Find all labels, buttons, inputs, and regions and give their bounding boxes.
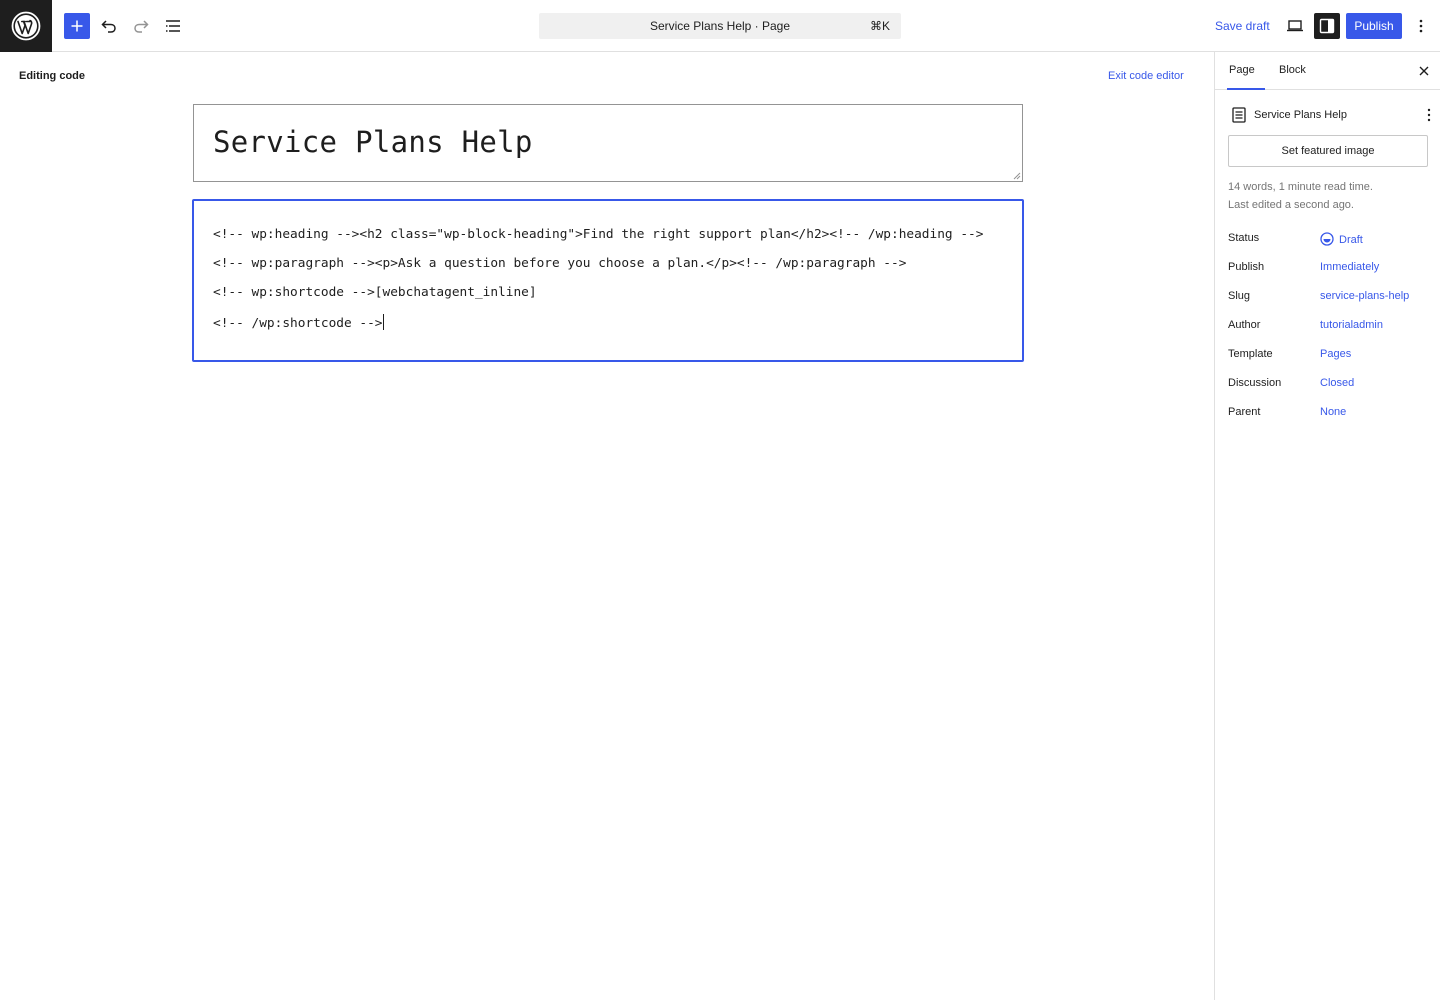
- document-command-bar[interactable]: Service Plans Help · Page ⌘K: [539, 13, 901, 39]
- desktop-icon: [1287, 20, 1303, 32]
- document-overview-button[interactable]: [160, 13, 186, 39]
- post-title-text: Service Plans Help: [213, 125, 533, 159]
- status-value-text: Draft: [1339, 234, 1363, 246]
- exit-code-editor-button[interactable]: Exit code editor: [1104, 70, 1188, 82]
- undo-icon: [101, 20, 116, 33]
- template-label: Template: [1228, 348, 1273, 360]
- wordpress-icon: [11, 11, 41, 41]
- list-view-icon: [166, 20, 180, 32]
- sidebar-icon: [1319, 18, 1335, 34]
- draft-status-icon: [1320, 232, 1334, 246]
- options-menu-button[interactable]: [1408, 13, 1434, 39]
- more-vertical-icon: [1427, 108, 1431, 122]
- publish-label: Publish: [1228, 261, 1265, 273]
- wordpress-logo-button[interactable]: [0, 0, 52, 52]
- document-title-label: Service Plans Help · Page: [649, 19, 791, 33]
- last-edited-text: Last edited a second ago.: [1228, 199, 1354, 211]
- code-editor-textarea[interactable]: <!-- wp:heading --><h2 class="wp-block-h…: [192, 199, 1024, 362]
- publish-date-value[interactable]: Immediately: [1320, 261, 1379, 273]
- document-summary: Service Plans Help: [1229, 104, 1433, 126]
- editing-code-label: Editing code: [19, 70, 85, 82]
- code-line: <!-- wp:paragraph --><p>Ask a question b…: [213, 256, 907, 271]
- preview-view-button[interactable]: [1282, 13, 1308, 39]
- command-shortcut-hint: ⌘K: [869, 19, 890, 33]
- close-sidebar-button[interactable]: [1413, 60, 1435, 82]
- slug-value[interactable]: service-plans-help: [1320, 290, 1409, 302]
- close-icon: [1419, 66, 1429, 76]
- discussion-label: Discussion: [1228, 377, 1282, 389]
- parent-label: Parent: [1228, 406, 1261, 418]
- editor-header: Service Plans Help · Page ⌘K Save draft …: [0, 0, 1440, 52]
- redo-icon: [134, 20, 149, 33]
- discussion-value[interactable]: Closed: [1320, 377, 1354, 389]
- code-line-text: <!-- /wp:shortcode -->: [213, 316, 383, 331]
- template-value[interactable]: Pages: [1320, 348, 1351, 360]
- code-line: <!-- wp:heading --><h2 class="wp-block-h…: [213, 227, 984, 242]
- publish-button[interactable]: Publish: [1346, 13, 1402, 39]
- settings-sidebar: Page Block Service Plans Help Set featur…: [1214, 52, 1440, 1000]
- text-caret: [382, 314, 384, 330]
- undo-button[interactable]: [96, 13, 122, 39]
- sidebar-tabs: Page Block: [1215, 52, 1440, 90]
- status-label: Status: [1228, 232, 1260, 244]
- author-label: Author: [1228, 319, 1261, 331]
- parent-value[interactable]: None: [1320, 406, 1346, 418]
- code-line: <!-- wp:shortcode -->[webchatagent_inlin…: [213, 285, 537, 300]
- post-title-textarea[interactable]: Service Plans Help: [193, 104, 1023, 182]
- author-value[interactable]: tutorialadmin: [1320, 319, 1383, 331]
- set-featured-image-button[interactable]: Set featured image: [1228, 135, 1428, 167]
- add-block-button[interactable]: [64, 13, 90, 39]
- document-title: Service Plans Help: [1254, 109, 1347, 121]
- settings-sidebar-toggle[interactable]: [1314, 13, 1340, 39]
- code-line-with-caret: <!-- /wp:shortcode -->: [213, 314, 384, 331]
- tab-page[interactable]: Page: [1227, 52, 1265, 90]
- slug-label: Slug: [1228, 290, 1251, 302]
- resize-handle-icon[interactable]: [1013, 172, 1021, 180]
- tab-block[interactable]: Block: [1277, 52, 1308, 90]
- redo-button[interactable]: [128, 13, 154, 39]
- save-draft-button[interactable]: Save draft: [1209, 13, 1276, 39]
- page-icon: [1229, 105, 1249, 125]
- document-actions-button[interactable]: [1419, 104, 1439, 126]
- plus-icon: [71, 20, 83, 32]
- status-value[interactable]: Draft: [1320, 232, 1363, 246]
- more-vertical-icon: [1419, 19, 1423, 33]
- word-count-text: 14 words, 1 minute read time.: [1228, 181, 1373, 193]
